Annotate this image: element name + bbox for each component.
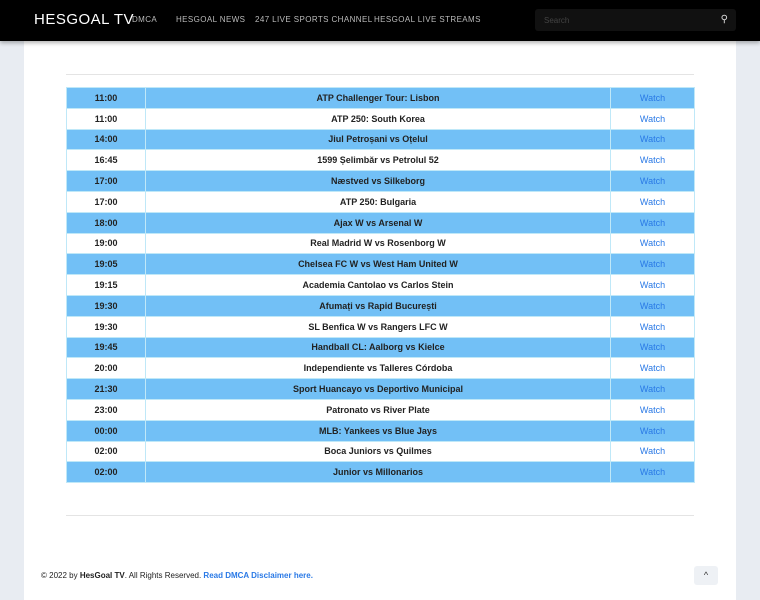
table-row: 00:00 MLB: Yankees vs Blue Jays Watch xyxy=(66,419,695,442)
watch-link[interactable]: Watch xyxy=(640,280,665,290)
watch-link[interactable]: Watch xyxy=(640,446,665,456)
nav-hesgoal-news[interactable]: HESGOAL NEWS xyxy=(176,15,245,24)
table-row: 19:30 Afumați vs Rapid București Watch xyxy=(66,294,695,317)
match-event: Ajax W vs Arsenal W xyxy=(145,211,611,234)
match-time: 02:00 xyxy=(66,440,146,463)
match-time: 21:30 xyxy=(66,378,146,400)
watch-link[interactable]: Watch xyxy=(640,93,665,103)
match-time: 19:30 xyxy=(66,294,146,317)
match-time: 14:00 xyxy=(66,128,146,151)
watch-link[interactable]: Watch xyxy=(640,363,665,373)
match-time: 11:00 xyxy=(66,107,146,130)
match-event: Boca Juniors vs Quilmes xyxy=(145,440,611,463)
match-event: Real Madrid W vs Rosenborg W xyxy=(145,232,611,255)
watch-link[interactable]: Watch xyxy=(640,322,665,332)
watch-link[interactable]: Watch xyxy=(640,259,665,269)
match-event: Junior vs Millonarios xyxy=(145,461,611,484)
watch-link[interactable]: Watch xyxy=(640,155,665,165)
table-row: 23:00 Patronato vs River Plate Watch xyxy=(66,398,695,421)
chevron-up-icon: ^ xyxy=(703,570,709,580)
watch-link[interactable]: Watch xyxy=(640,176,665,186)
match-event: SL Benfica W vs Rangers LFC W xyxy=(145,315,611,338)
match-time: 16:45 xyxy=(66,149,146,172)
match-time: 17:00 xyxy=(66,190,146,213)
nav-dmca[interactable]: DMCA xyxy=(132,15,157,24)
match-time: 20:00 xyxy=(66,357,146,380)
search-box: ⚲ xyxy=(535,9,736,31)
watch-link[interactable]: Watch xyxy=(640,426,665,436)
match-event: Jiul Petroșani vs Oțelul xyxy=(145,128,611,151)
search-icon[interactable]: ⚲ xyxy=(721,14,728,25)
match-event: Academia Cantolao vs Carlos Stein xyxy=(145,274,611,296)
table-row: 17:00 Næstved vs Silkeborg Watch xyxy=(66,170,695,192)
table-row: 16:45 1599 Șelimbăr vs Petrolul 52 Watch xyxy=(66,149,695,172)
watch-link[interactable]: Watch xyxy=(640,197,665,207)
site-logo[interactable]: HESGOAL TV xyxy=(34,11,134,28)
schedule-table: 11:00 ATP Challenger Tour: Lisbon Watch 11:… xyxy=(66,87,695,484)
match-event: ATP Challenger Tour: Lisbon xyxy=(145,87,611,109)
watch-link[interactable]: Watch xyxy=(640,405,665,415)
table-row: 19:45 Handball CL: Aalborg vs Kielce Watch xyxy=(66,336,695,359)
table-row: 19:00 Real Madrid W vs Rosenborg W Watch xyxy=(66,232,695,255)
match-event: Independiente vs Talleres Córdoba xyxy=(145,357,611,380)
match-time: 23:00 xyxy=(66,398,146,421)
back-to-top-button[interactable]: ^ xyxy=(694,566,718,585)
match-event: Sport Huancayo vs Deportivo Municipal xyxy=(145,378,611,400)
table-row: 02:00 Junior vs Millonarios Watch xyxy=(66,461,695,484)
table-row: 11:00 ATP 250: South Korea Watch xyxy=(66,107,695,130)
main-content: 11:00 ATP Challenger Tour: Lisbon Watch 11:… xyxy=(24,41,736,600)
divider xyxy=(66,515,694,516)
match-event: MLB: Yankees vs Blue Jays xyxy=(145,419,611,442)
match-time: 19:15 xyxy=(66,274,146,296)
table-row: 19:15 Academia Cantolao vs Carlos Stein Wa… xyxy=(66,274,695,296)
match-time: 00:00 xyxy=(66,419,146,442)
watch-link[interactable]: Watch xyxy=(640,134,665,144)
table-row: 02:00 Boca Juniors vs Quilmes Watch xyxy=(66,440,695,463)
match-time: 18:00 xyxy=(66,211,146,234)
match-time: 02:00 xyxy=(66,461,146,484)
match-event: Patronato vs River Plate xyxy=(145,398,611,421)
site-header: HESGOAL TV DMCA HESGOAL NEWS 247 LIVE SP… xyxy=(0,0,760,41)
search-input[interactable] xyxy=(535,9,705,31)
watch-link[interactable]: Watch xyxy=(640,301,665,311)
match-time: 19:00 xyxy=(66,232,146,255)
watch-link[interactable]: Watch xyxy=(640,238,665,248)
dmca-disclaimer-link[interactable]: Read DMCA Disclaimer here. xyxy=(203,571,313,580)
table-row: 18:00 Ajax W vs Arsenal W Watch xyxy=(66,211,695,234)
nav-247-live-sports[interactable]: 247 LIVE SPORTS CHANNEL xyxy=(255,15,373,24)
match-event: Handball CL: Aalborg vs Kielce xyxy=(145,336,611,359)
match-time: 19:05 xyxy=(66,253,146,276)
nav-hesgoal-live-streams[interactable]: HESGOAL LIVE STREAMS xyxy=(374,15,481,24)
table-row: 19:05 Chelsea FC W vs West Ham United W Wa… xyxy=(66,253,695,276)
match-time: 19:45 xyxy=(66,336,146,359)
divider xyxy=(66,74,694,75)
match-event: ATP 250: Bulgaria xyxy=(145,190,611,213)
watch-link[interactable]: Watch xyxy=(640,467,665,477)
match-event: Næstved vs Silkeborg xyxy=(145,170,611,192)
watch-link[interactable]: Watch xyxy=(640,342,665,352)
table-row: 17:00 ATP 250: Bulgaria Watch xyxy=(66,190,695,213)
match-event: Chelsea FC W vs West Ham United W xyxy=(145,253,611,276)
watch-link[interactable]: Watch xyxy=(640,114,665,124)
footer-text: © 2022 by HesGoal TV. All Rights Reserve… xyxy=(41,571,313,580)
match-event: 1599 Șelimbăr vs Petrolul 52 xyxy=(145,149,611,172)
table-row: 20:00 Independiente vs Talleres Córdoba Wa… xyxy=(66,357,695,380)
table-row: 21:30 Sport Huancayo vs Deportivo Municip… xyxy=(66,378,695,400)
table-row: 11:00 ATP Challenger Tour: Lisbon Watch xyxy=(66,87,695,109)
match-time: 19:30 xyxy=(66,315,146,338)
match-event: ATP 250: South Korea xyxy=(145,107,611,130)
table-row: 14:00 Jiul Petroșani vs Oțelul Watch xyxy=(66,128,695,151)
watch-link[interactable]: Watch xyxy=(640,384,665,394)
match-event: Afumați vs Rapid București xyxy=(145,294,611,317)
match-time: 11:00 xyxy=(66,87,146,109)
watch-link[interactable]: Watch xyxy=(640,218,665,228)
table-row: 19:30 SL Benfica W vs Rangers LFC W Watch xyxy=(66,315,695,338)
match-time: 17:00 xyxy=(66,170,146,192)
